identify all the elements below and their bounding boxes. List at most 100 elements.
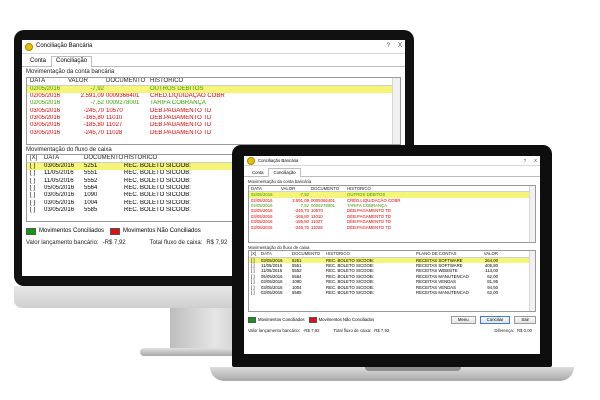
cell-history: DÉB.PAGAMENTO TD	[150, 122, 212, 129]
title-bar: Conciliação Bancária ? X	[22, 40, 405, 54]
col-value[interactable]: VALOR	[281, 186, 311, 191]
menu-button[interactable]: Menu	[450, 316, 476, 324]
col-document[interactable]: DOCUMENTO	[311, 186, 347, 191]
col-check[interactable]: [X]	[27, 155, 44, 162]
bank-rows: 02/05/2016 -7,92 OUTROS DÉBITOS 02/05/2016 2…	[27, 85, 400, 137]
cell-document: 11028	[311, 224, 323, 230]
cell-date: 11/05/2016	[44, 170, 74, 177]
exit-button[interactable]: Sair	[514, 316, 536, 324]
row-checkbox[interactable]: [ ]	[27, 207, 44, 214]
title-bar: Conciliação Bancária ? X	[244, 156, 540, 166]
cell-history: REC. BOLETO SICOOB:	[124, 163, 191, 170]
cell-history: DÉB.PAGAMENTO TD	[150, 107, 212, 114]
table-row[interactable]: 02/05/2016 2.591,09 0009366401 CRÉD.LIQUIDA…	[27, 93, 400, 100]
unreconciled-swatch	[110, 228, 121, 236]
col-value[interactable]: VALOR	[68, 78, 106, 85]
table-row[interactable]: 03/05/2016 -245,70 11028 DÉB.PAGAMENTO TD	[249, 225, 535, 230]
cash-scrollbar[interactable]	[529, 251, 535, 312]
col-check[interactable]: [X]	[249, 251, 261, 256]
cell-history: DÉB.PAGAMENTO TD	[150, 129, 212, 136]
row-checkbox[interactable]: [ ]	[27, 185, 44, 192]
cell-document: 11028	[106, 129, 123, 136]
cash-total-value: R$ 7,92	[374, 327, 390, 333]
col-document[interactable]: DOCUMENTO	[84, 155, 124, 162]
table-row[interactable]: 03/05/2016 -165,80 11010 DÉB.PAGAMENTO TD	[27, 115, 400, 122]
cell-history: REC. BOLETO SICOOB:	[124, 206, 191, 213]
bank-value-label: Valor lançamento bancário:	[26, 240, 99, 247]
col-date[interactable]: DATA	[27, 78, 68, 85]
cell-history: OUTROS DÉBITOS	[150, 85, 204, 92]
col-history[interactable]: HISTORICO	[347, 186, 417, 191]
col-history[interactable]: HISTORICO	[326, 251, 416, 256]
close-button[interactable]: X	[534, 158, 537, 163]
col-plan[interactable]: PLANO DE CONTAS	[416, 251, 476, 256]
help-button[interactable]: ?	[387, 43, 390, 50]
table-row[interactable]: 03/05/2016 -185,80 11027 DÉB.PAGAMENTO TD	[27, 122, 400, 129]
bank-value: -R$ 7,92	[303, 327, 320, 333]
cell-document: 0009366401	[106, 93, 140, 100]
row-checkbox[interactable]: [ ]	[249, 290, 261, 295]
cell-date: 03/05/2016	[30, 115, 61, 122]
cell-history: REC. BOLETO SICOOB:	[124, 199, 191, 206]
cell-history: REC. BOLETO SICOOB:	[124, 185, 191, 192]
cell-history: REC. BOLETO SICOOB:	[124, 192, 191, 199]
cell-document: 0009278001	[106, 100, 140, 107]
col-document[interactable]: DOCUMENTO	[106, 78, 150, 85]
bank-grid-header: DATA VALOR DOCUMENTO HISTORICO	[27, 77, 400, 86]
cell-value: 62,00	[487, 290, 498, 296]
app-window: Conciliação Bancária ? X Conta Conciliaç…	[244, 156, 540, 354]
cell-document	[106, 86, 150, 93]
tab-conta[interactable]: Conta	[25, 56, 51, 66]
cell-document: 5552	[84, 177, 98, 184]
cell-date: 03/05/2016	[261, 290, 283, 296]
table-row[interactable]: 02/05/2016 -7,92 OUTROS DÉBITOS	[27, 85, 400, 94]
unreconciled-swatch	[308, 316, 317, 323]
tab-conta[interactable]: Conta	[247, 168, 268, 176]
tab-conciliacao[interactable]: Conciliação	[268, 168, 301, 178]
table-row[interactable]: 03/05/2016 -245,70 10570 DÉB.PAGAMENTO TD	[27, 108, 400, 115]
cell-value: -245,70	[83, 129, 104, 136]
bank-grid[interactable]: DATA VALOR DOCUMENTO HISTORICO 02/05/201…	[26, 76, 401, 145]
cell-history: REC. BOLETO SICOOB:	[124, 177, 191, 184]
cell-document: 11027	[106, 122, 123, 129]
row-checkbox[interactable]: [ ]	[27, 163, 44, 170]
row-checkbox[interactable]: [ ]	[27, 200, 44, 207]
bank-value: -R$ 7,92	[102, 240, 126, 247]
cell-value: -185,80	[83, 122, 104, 129]
table-row[interactable]: 02/05/2016 -7,52 0009278001 TARIFA COBRANÇA	[27, 100, 400, 107]
row-checkbox[interactable]: [ ]	[27, 178, 44, 185]
bank-scrollbar[interactable]	[392, 77, 400, 144]
reconcile-button[interactable]: Conciliar	[479, 316, 511, 324]
cell-document: 1090	[84, 192, 98, 199]
col-value[interactable]: VALOR	[476, 251, 498, 256]
col-document[interactable]: DOCUMENTO	[292, 251, 326, 256]
cell-document: 5251	[84, 163, 98, 170]
col-date[interactable]: DATA	[44, 155, 84, 162]
table-row[interactable]: [ ] 03/05/2016 5585 REC. BOLETO SICOOB: RECE…	[249, 290, 535, 295]
cell-document: 5551	[84, 170, 98, 177]
cell-value: -7,92	[90, 85, 104, 92]
cell-date: 03/05/2016	[44, 206, 75, 213]
cell-value: -245,70	[83, 107, 104, 114]
bank-grid[interactable]: DATA VALOR DOCUMENTO HISTORICO 02/05/201…	[248, 184, 536, 243]
col-date[interactable]: DATA	[249, 186, 281, 191]
col-date[interactable]: DATA	[261, 251, 292, 256]
reconciled-swatch	[248, 316, 256, 323]
row-checkbox[interactable]: [ ]	[27, 170, 44, 177]
cell-history: TARIFA COBRANÇA	[150, 100, 206, 107]
cell-date: 03/05/2016	[30, 107, 61, 114]
unreconciled-label: Movimentos Não Conciliados	[318, 317, 375, 323]
col-history[interactable]: HISTORICO	[150, 78, 230, 85]
reconciled-label: Movimentos Conciliados	[258, 317, 305, 323]
col-history[interactable]: HISTORICO	[124, 155, 204, 162]
row-checkbox[interactable]: [ ]	[27, 192, 44, 199]
help-button[interactable]: ?	[524, 158, 526, 163]
cell-date: 03/05/2016	[44, 192, 75, 199]
tab-bar: Conta Conciliação	[22, 54, 405, 68]
table-row[interactable]: 03/05/2016 -245,70 11028 DÉB.PAGAMENTO TD	[27, 130, 400, 137]
close-button[interactable]: X	[398, 43, 402, 50]
cash-grid[interactable]: [X] DATA DOCUMENTO HISTORICO PLANO DE CO…	[248, 250, 536, 313]
bank-scrollbar[interactable]	[529, 185, 535, 242]
tab-conciliacao[interactable]: Conciliação	[51, 56, 93, 68]
app-icon	[25, 42, 33, 51]
